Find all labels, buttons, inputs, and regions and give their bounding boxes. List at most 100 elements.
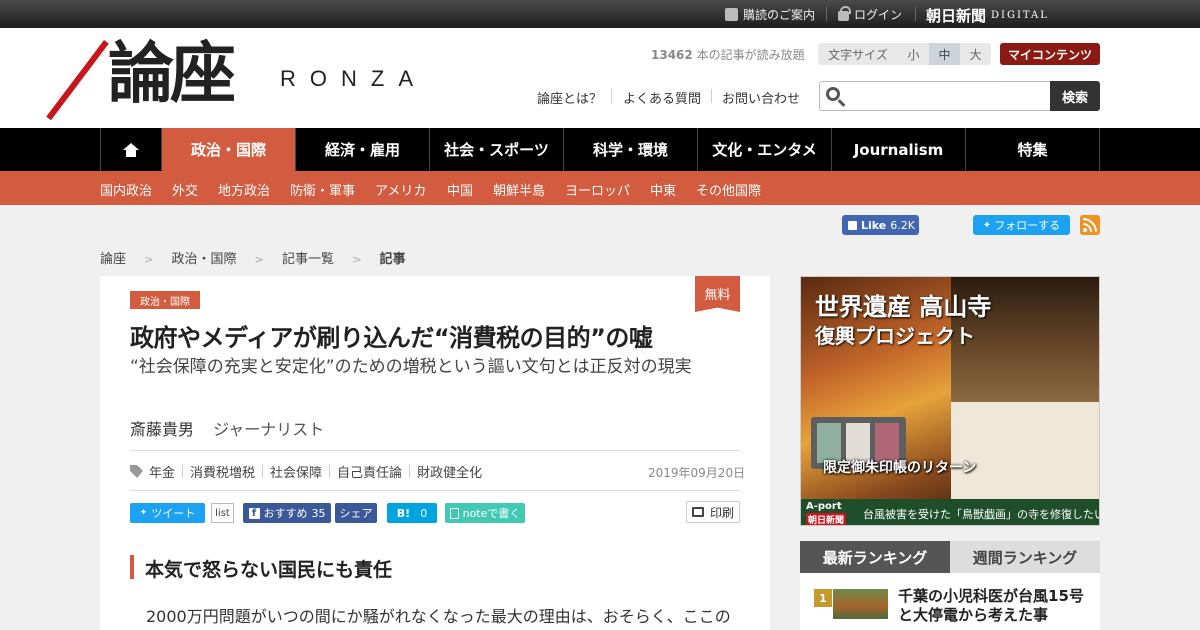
tab-weekly-ranking[interactable]: 週間ランキング	[950, 541, 1100, 573]
printer-icon	[691, 507, 704, 517]
subnav-item-domestic[interactable]: 国内政治	[100, 180, 152, 199]
publish-date: 2019年09月20日	[648, 466, 746, 480]
fb-like-button[interactable]: Like 6.2K	[842, 215, 919, 235]
note-button[interactable]: noteで書く	[445, 503, 525, 523]
print-button[interactable]: 印刷	[686, 501, 740, 523]
login-link[interactable]: ログイン	[838, 6, 902, 23]
subnav-item-middle-east[interactable]: 中東	[650, 180, 676, 199]
fb-recommend-count: 35	[311, 506, 326, 520]
rank-title: 千葉の小児科医が台風15号と大停電から考えた事	[898, 587, 1084, 624]
nav-item-politics[interactable]: 政治・国際	[162, 128, 296, 171]
twitter-follow-button[interactable]: ✦ フォローする	[973, 215, 1070, 235]
author-name[interactable]: 斎藤貴男	[130, 420, 194, 439]
search-input[interactable]	[819, 81, 1051, 111]
font-size-small-button[interactable]: 小	[898, 43, 929, 65]
ad-footer-text: 台風被害を受けた「鳥獣戯画」の寺を修復したい	[863, 508, 1100, 521]
tweet-list-button[interactable]: list	[211, 503, 234, 523]
ad-scroll-illustration	[951, 402, 1099, 502]
twitter-bird-icon: ✦	[982, 219, 992, 231]
breadcrumb: 論座 > 政治・国際 > 記事一覧 > 記事	[100, 248, 406, 267]
nav-item-economy[interactable]: 経済・雇用	[296, 128, 430, 171]
nav-home[interactable]	[100, 128, 162, 171]
tag-item[interactable]: 自己責任論	[337, 462, 402, 481]
tag-icon	[130, 465, 143, 478]
note-icon	[449, 507, 459, 519]
author-line: 斎藤貴男 ジャーナリスト	[130, 416, 324, 440]
divider	[130, 490, 740, 491]
subnav-item-local[interactable]: 地方政治	[218, 180, 270, 199]
subscribe-link[interactable]: 購読のご案内	[725, 6, 815, 23]
nav-item-journalism[interactable]: Journalism	[832, 128, 966, 171]
digital-logo: DIGITAL	[991, 10, 1049, 21]
article-count-suffix: 本の記事が読み放題	[696, 48, 805, 62]
sub-nav: 国内政治 外交 地方政治 防衛・軍事 アメリカ 中国 朝鮮半島 ヨーロッパ 中東…	[0, 171, 1200, 205]
article-subtitle: “社会保障の充実と安定化”のための増税という謳い文句とは正反対の現実	[130, 357, 692, 377]
search-icon	[826, 87, 840, 101]
tweet-button[interactable]: ✦ ツイート	[130, 503, 205, 523]
subnav-item-america[interactable]: アメリカ	[375, 180, 426, 199]
nav-item-culture[interactable]: 文化・エンタメ	[698, 128, 832, 171]
divider	[711, 89, 712, 103]
ranking-item[interactable]: 1 千葉の小児科医が台風15号と大停電から考えた事	[800, 573, 1100, 630]
my-contents-button[interactable]: マイコンテンツ	[1000, 43, 1100, 65]
header-link-faq[interactable]: よくある質問	[623, 88, 701, 107]
tag-list: 年金 消費税増税 社会保障 自己責任論 財政健全化	[130, 462, 482, 481]
hatena-bookmark-button[interactable]: B! 0	[387, 503, 437, 523]
print-label: 印刷	[709, 505, 734, 520]
fb-recommend-button[interactable]: f おすすめ 35	[243, 503, 331, 523]
rank-thumbnail	[833, 589, 888, 619]
ranking-tabs: 最新ランキング 週間ランキング	[800, 541, 1100, 573]
rss-icon[interactable]	[1080, 215, 1100, 235]
category-badge[interactable]: 政治・国際	[130, 291, 200, 309]
login-label: ログイン	[854, 8, 903, 22]
nav-item-science[interactable]: 科学・環境	[564, 128, 698, 171]
subscribe-label: 購読のご案内	[743, 8, 816, 22]
fb-like-label: Like	[861, 218, 887, 232]
tag-item[interactable]: 年金	[149, 462, 175, 481]
nav-item-special[interactable]: 特集	[966, 128, 1100, 171]
home-icon	[123, 142, 139, 157]
ad-banner-text: 限定御朱印帳のリターン	[823, 460, 977, 476]
site-logo[interactable]: 論座	[108, 40, 236, 106]
rank-number: 1	[814, 589, 832, 607]
twitter-bird-icon: ✦	[139, 508, 148, 518]
ad-banner[interactable]: 世界遺産 高山寺 復興プロジェクト 限定御朱印帳のリターン A-port 朝日新…	[800, 276, 1100, 526]
divider	[915, 7, 916, 21]
subnav-item-other[interactable]: その他国際	[696, 180, 761, 199]
breadcrumb-home[interactable]: 論座	[100, 252, 126, 267]
subnav-item-defense[interactable]: 防衛・軍事	[290, 180, 355, 199]
fb-share-button[interactable]: シェア	[335, 503, 377, 523]
fb-recommend-label: おすすめ	[263, 507, 308, 520]
nav-item-society[interactable]: 社会・スポーツ	[430, 128, 564, 171]
subnav-item-europe[interactable]: ヨーロッパ	[565, 180, 630, 199]
article-body-text: 2000万円問題がいつの間にか騒がれなくなった最大の理由は、おそらく、ここの	[146, 607, 731, 626]
divider	[130, 450, 740, 451]
author-role: ジャーナリスト	[213, 420, 325, 439]
divider	[826, 7, 827, 21]
ad-footer: A-port 朝日新聞 台風被害を受けた「鳥獣戯画」の寺を修復したい	[801, 499, 1100, 525]
breadcrumb-list[interactable]: 記事一覧	[282, 252, 334, 267]
hatena-count: 0	[420, 506, 428, 520]
font-size-medium-button[interactable]: 中	[929, 43, 960, 65]
font-size-large-button[interactable]: 大	[960, 43, 991, 65]
asahi-digital-logo[interactable]: 朝日新聞 DIGITAL	[926, 5, 1049, 26]
subnav-item-diplomacy[interactable]: 外交	[172, 180, 198, 199]
header-link-about[interactable]: 論座とは？	[537, 88, 602, 107]
breadcrumb-separator: >	[144, 253, 154, 266]
tweet-label: ツイート	[151, 507, 196, 520]
font-size-selector: 文字サイズ 小 中 大	[818, 43, 991, 65]
free-badge: 無料	[695, 276, 740, 312]
header-link-contact[interactable]: お問い合わせ	[722, 88, 800, 107]
breadcrumb-separator: >	[254, 253, 264, 266]
tag-item[interactable]: 社会保障	[270, 462, 322, 481]
tag-item[interactable]: 財政健全化	[417, 462, 482, 481]
subnav-item-korea[interactable]: 朝鮮半島	[493, 180, 545, 199]
tab-latest-ranking[interactable]: 最新ランキング	[800, 541, 950, 573]
article-title: 政府やメディアが刷り込んだ“消費税の目的”の嘘	[130, 324, 653, 352]
subnav-item-china[interactable]: 中国	[447, 180, 473, 199]
breadcrumb-category[interactable]: 政治・国際	[172, 252, 237, 267]
search-button[interactable]: 検索	[1050, 81, 1100, 111]
ad-title-line1: 世界遺産 高山寺	[815, 292, 992, 321]
edit-icon	[725, 8, 738, 21]
tag-item[interactable]: 消費税増税	[190, 462, 255, 481]
